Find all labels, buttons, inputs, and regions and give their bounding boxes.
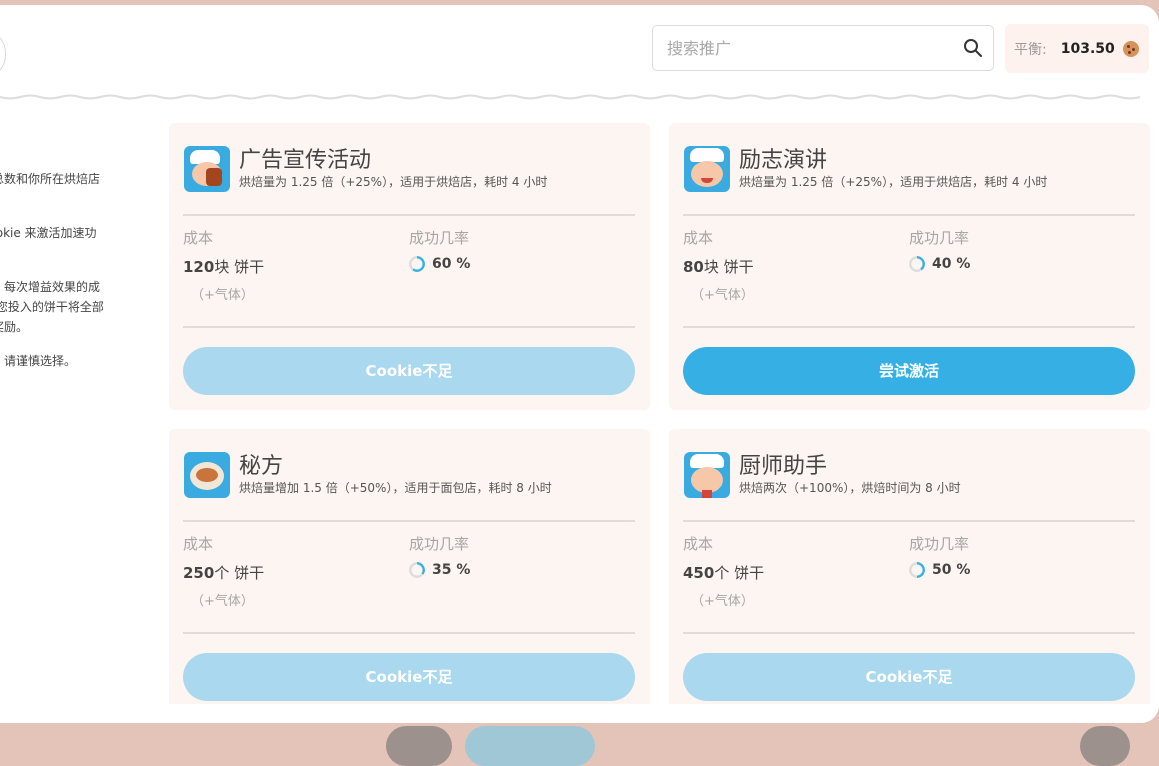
- cost-amount: 450: [683, 564, 715, 582]
- description-paragraph: 功。每次增益效果的成 。 您投入的饼干将全部 外奖励。: [0, 280, 104, 334]
- divider: [683, 326, 1135, 328]
- cost-value: 120块 饼干: [183, 256, 264, 277]
- success-label: 成功几率: [409, 229, 470, 247]
- activate-button[interactable]: Cookie不足: [183, 347, 635, 395]
- cost-label: 成本: [183, 229, 214, 247]
- probability-value: 35 %: [432, 562, 471, 578]
- card-description: 烘焙两次（+100%），烘焙时间为 8 小时: [739, 481, 961, 495]
- success-label: 成功几率: [909, 535, 970, 553]
- chef-icon: [184, 146, 230, 192]
- card-title: 广告宣传活动: [239, 148, 372, 173]
- divider: [183, 326, 635, 328]
- back-button[interactable]: [0, 29, 6, 79]
- divider: [183, 632, 635, 634]
- cost-value: 80块 饼干: [683, 256, 754, 277]
- cost-unit: 个 饼干: [214, 564, 265, 582]
- boost-card-ad-campaign: 广告宣传活动 烘焙量为 1.25 倍（+25%），适用于烘焙店，耗时 4 小时 …: [169, 123, 650, 410]
- search-icon[interactable]: [963, 38, 983, 58]
- cookie-icon: [1122, 40, 1139, 57]
- card-title: 秘方: [239, 454, 284, 479]
- background-button-right: [1080, 726, 1130, 766]
- cost-unit: 块 饼干: [703, 258, 754, 276]
- cost-unit: 块 饼干: [214, 258, 265, 276]
- card-title: 厨师助手: [739, 454, 828, 479]
- background-button-center: [465, 726, 595, 766]
- probability: 35 %: [409, 562, 470, 578]
- divider: [683, 632, 1135, 634]
- description-paragraph: Cookie 来激活加速功: [0, 226, 97, 240]
- boost-card-secret-recipe: 秘方 烘焙量增加 1.5 倍（+50%），适用于面包店，耗时 8 小时 成本 成…: [169, 429, 650, 716]
- boost-card-motivational-speech: 励志演讲 烘焙量为 1.25 倍（+25%），适用于烘焙店，耗时 4 小时 成本…: [669, 123, 1150, 410]
- probability-ring-icon: [909, 256, 925, 272]
- activate-button[interactable]: 尝试激活: [683, 347, 1135, 395]
- probability-value: 60 %: [432, 256, 471, 272]
- cost-label: 成本: [183, 535, 214, 553]
- probability: 40 %: [909, 256, 970, 272]
- card-description: 烘焙量为 1.25 倍（+25%），适用于烘焙店，耗时 4 小时: [239, 175, 548, 189]
- success-label: 成功几率: [909, 229, 970, 247]
- activate-button[interactable]: Cookie不足: [183, 653, 635, 701]
- background-button-left: [386, 726, 452, 766]
- probability-value: 50 %: [932, 562, 971, 578]
- balance-label: 平衡:: [1014, 41, 1047, 58]
- extra-label: （+气体）: [691, 594, 754, 609]
- chef-icon: [684, 452, 730, 498]
- balance-value: 103.50: [1060, 40, 1115, 57]
- cost-amount: 120: [183, 258, 215, 276]
- probability: 50 %: [909, 562, 970, 578]
- cost-value: 250个 饼干: [183, 562, 264, 583]
- cost-label: 成本: [683, 229, 714, 247]
- divider-wave: [0, 94, 1141, 100]
- cost-amount: 80: [683, 258, 704, 276]
- description-panel: 人总数和你所在烘焙店 干。 Cookie 来激活加速功 功。每次增益效果的成 。…: [0, 169, 150, 385]
- extra-label: （+气体）: [691, 288, 754, 303]
- cost-unit: 个 饼干: [714, 564, 765, 582]
- card-description: 烘焙量为 1.25 倍（+25%），适用于烘焙店，耗时 4 小时: [739, 175, 1048, 189]
- search-box[interactable]: [652, 25, 994, 71]
- card-title: 励志演讲: [739, 148, 828, 173]
- probability-value: 40 %: [932, 256, 971, 272]
- probability-ring-icon: [409, 256, 425, 272]
- card-description: 烘焙量增加 1.5 倍（+50%），适用于面包店，耗时 8 小时: [239, 481, 552, 495]
- boost-card-chef-assistant: 厨师助手 烘焙两次（+100%），烘焙时间为 8 小时 成本 成功几率 450个…: [669, 429, 1150, 716]
- probability-ring-icon: [909, 562, 925, 578]
- chef-icon: [684, 146, 730, 192]
- cost-label: 成本: [683, 535, 714, 553]
- divider: [183, 520, 635, 522]
- balance-display: 平衡: 103.50: [1005, 24, 1149, 73]
- search-input[interactable]: [665, 37, 963, 59]
- cost-value: 450个 饼干: [683, 562, 764, 583]
- cost-amount: 250: [183, 564, 215, 582]
- description-paragraph: 人总数和你所在烘焙店 干。: [0, 172, 101, 206]
- divider: [183, 214, 635, 216]
- recipe-icon: [184, 452, 230, 498]
- extra-label: （+气体）: [191, 288, 254, 303]
- divider: [683, 214, 1135, 216]
- probability-ring-icon: [409, 562, 425, 578]
- modal-bottom-edge: [0, 704, 1159, 723]
- probability: 60 %: [409, 256, 470, 272]
- description-paragraph: 性。请谨慎选择。: [0, 354, 77, 368]
- success-label: 成功几率: [409, 535, 470, 553]
- extra-label: （+气体）: [191, 594, 254, 609]
- divider: [683, 520, 1135, 522]
- activate-button[interactable]: Cookie不足: [683, 653, 1135, 701]
